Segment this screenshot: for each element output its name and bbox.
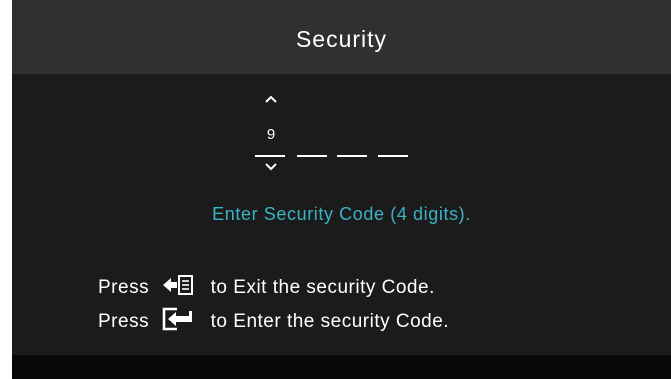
- code-slot-4[interactable]: [378, 155, 408, 157]
- instruction-exit: Press to Exit the security Code.: [98, 274, 435, 302]
- code-digit-1[interactable]: 9: [256, 126, 286, 143]
- page-title: Security: [295, 26, 388, 52]
- instruction-text: to Enter the security Code.: [210, 311, 450, 332]
- chevron-down-icon[interactable]: [259, 160, 283, 176]
- security-osd-panel: Security 9 Enter Security Code (4 digits…: [12, 0, 671, 379]
- instruction-prefix: Press: [98, 277, 150, 298]
- instruction-text: to Exit the security Code.: [210, 277, 435, 298]
- exit-key-icon: [161, 274, 195, 302]
- security-code-prompt: Enter Security Code (4 digits).: [212, 204, 471, 224]
- instruction-prefix: Press: [98, 311, 150, 332]
- instruction-enter: Press to Enter the security Code.: [98, 306, 449, 338]
- header-bar: Security: [12, 0, 671, 74]
- code-slot-3[interactable]: [337, 155, 367, 157]
- chevron-up-icon[interactable]: [259, 92, 283, 108]
- enter-key-icon: [161, 306, 195, 338]
- code-slot-2[interactable]: [297, 155, 327, 157]
- footer-bar: [12, 355, 671, 379]
- code-slot-1[interactable]: [255, 155, 285, 157]
